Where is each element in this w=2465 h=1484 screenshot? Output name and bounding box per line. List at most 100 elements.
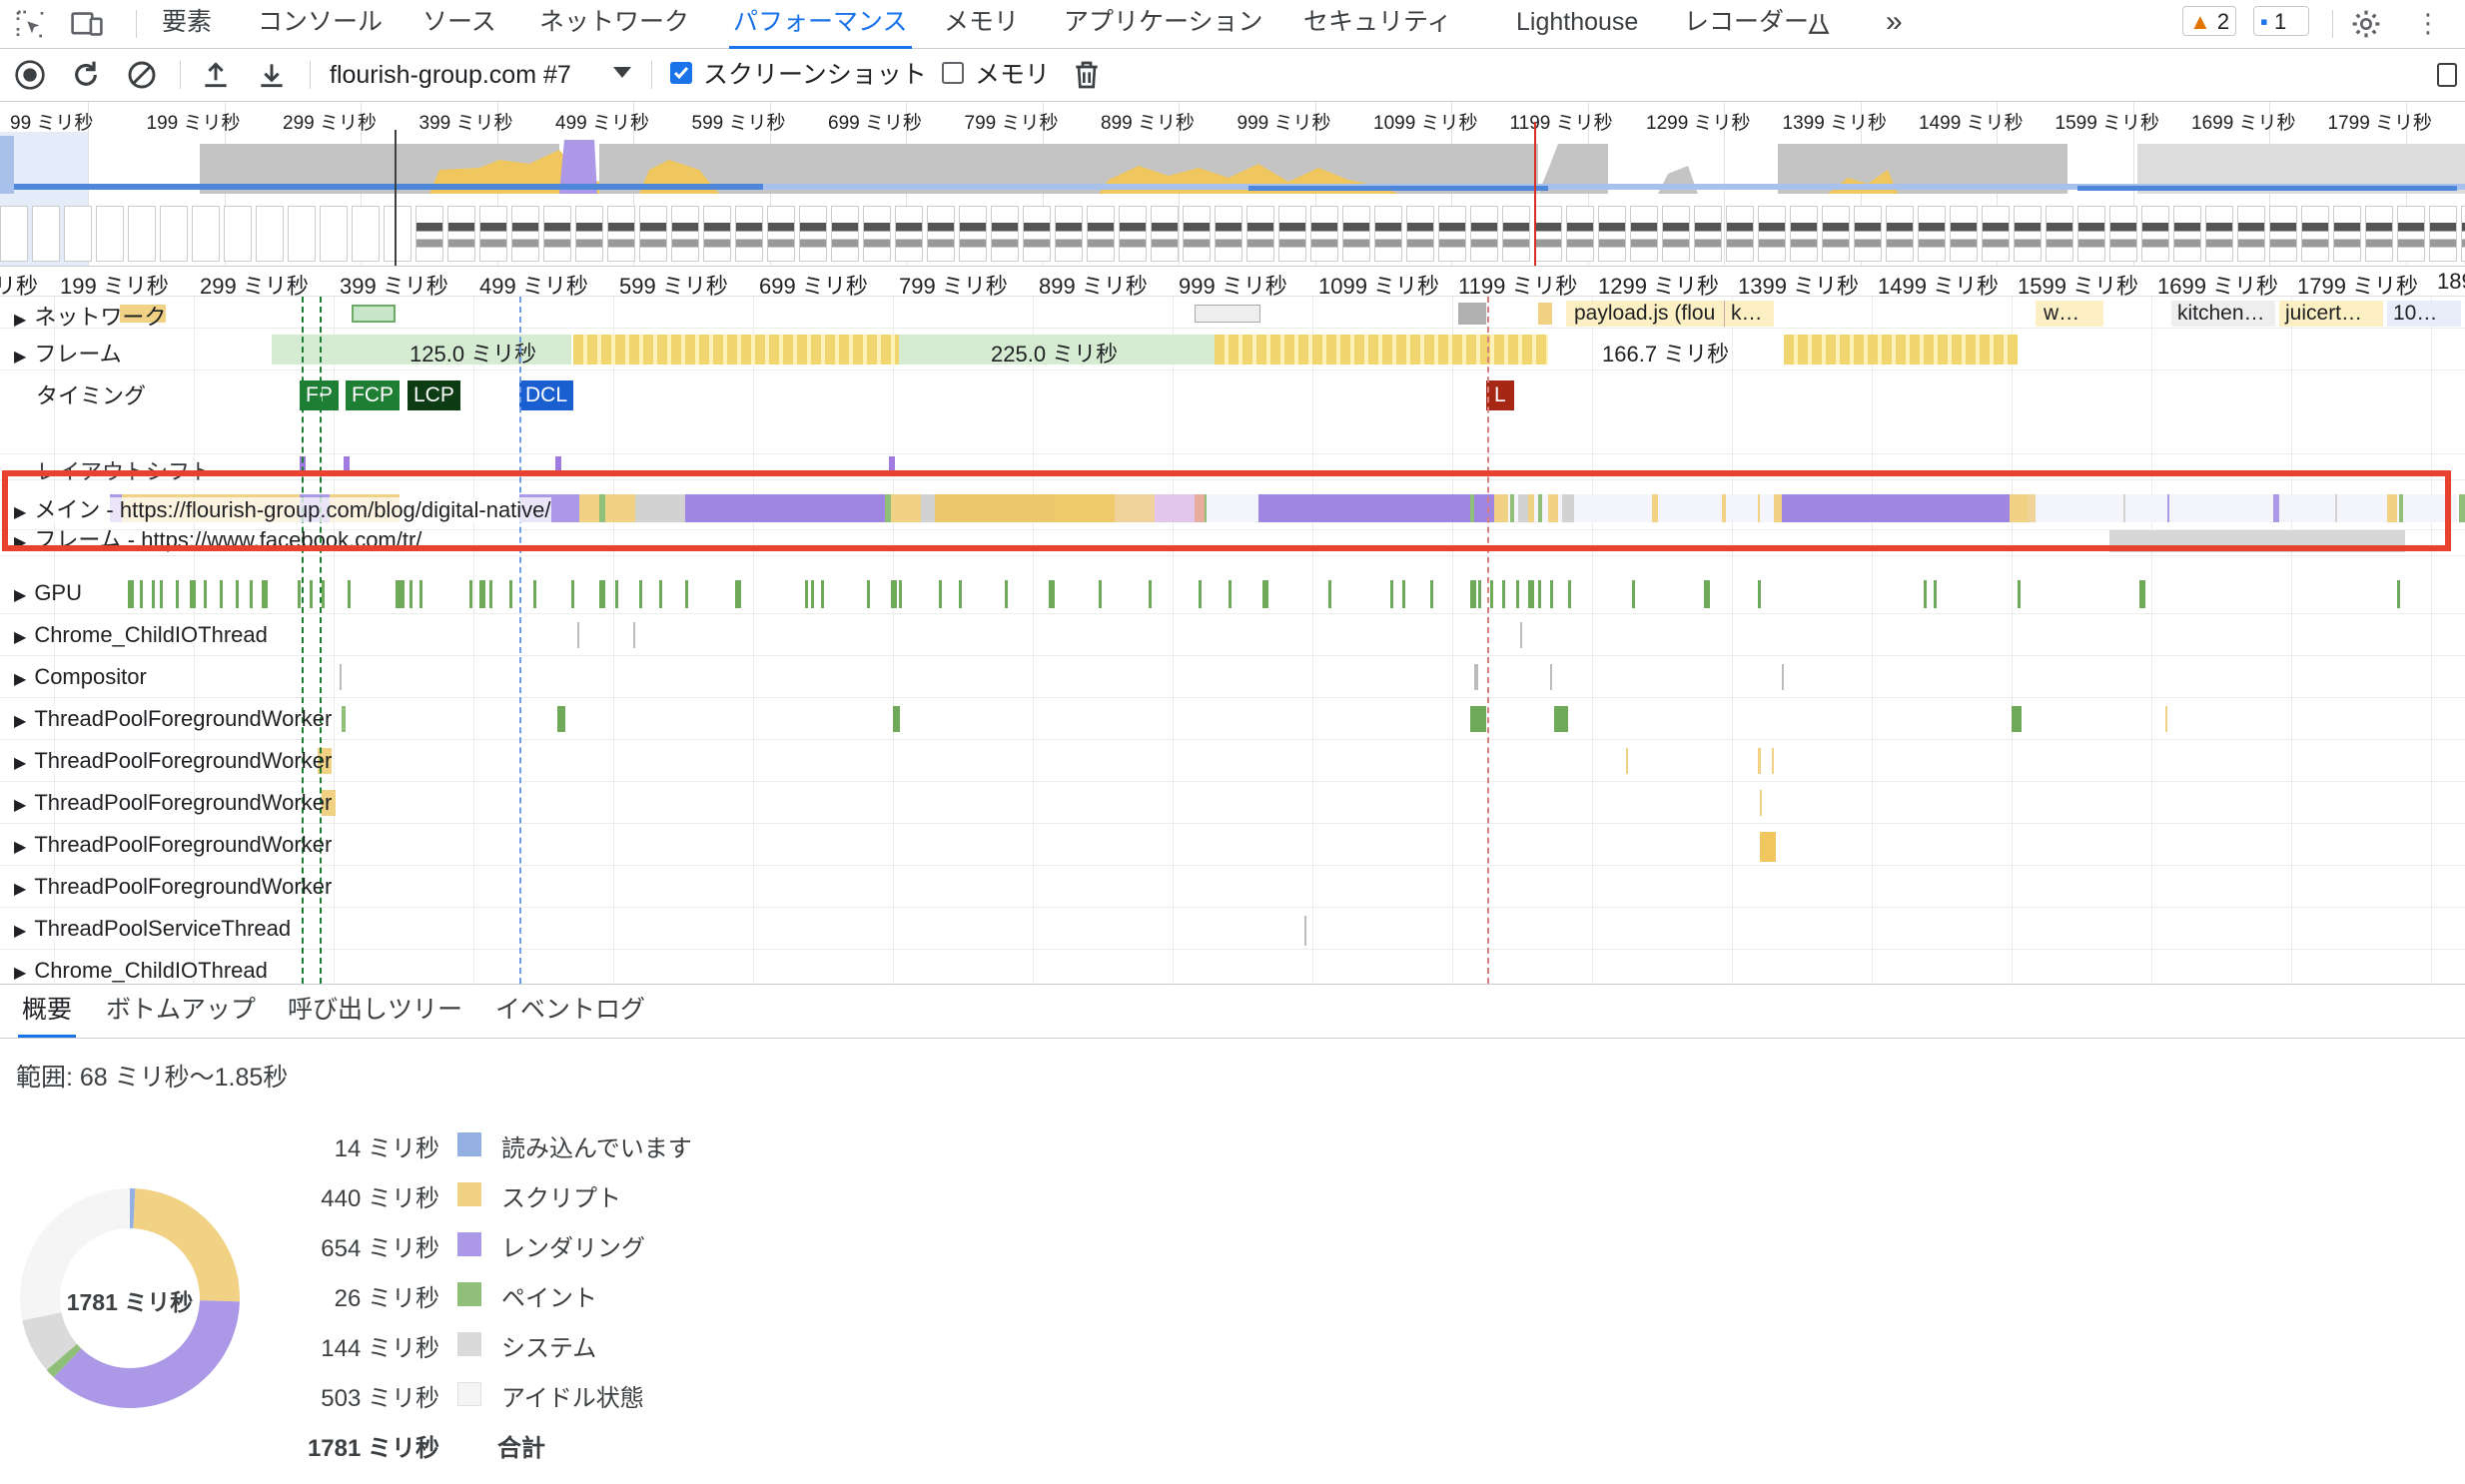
screenshot-thumbnail[interactable] [1918, 206, 1946, 262]
track-compositor[interactable]: ▶ Compositor [0, 656, 2465, 698]
expand-arrow-icon[interactable]: ▶ [14, 347, 26, 367]
layout-shift[interactable] [344, 456, 350, 476]
task-block[interactable] [342, 706, 346, 732]
gpu-task[interactable] [685, 580, 688, 608]
task-block[interactable] [577, 622, 579, 648]
tab-summary[interactable]: 概要 [18, 985, 77, 1038]
task-block[interactable] [1304, 916, 1306, 946]
screenshot-thumbnail[interactable] [1662, 206, 1690, 262]
expand-arrow-icon[interactable]: ▶ [14, 795, 26, 815]
screenshot-thumbnail[interactable] [1502, 206, 1530, 262]
screenshot-thumbnail[interactable] [1566, 206, 1594, 262]
screenshot-thumbnail[interactable] [1374, 206, 1402, 262]
main-thread-task[interactable] [2123, 494, 2125, 522]
track-layout-shifts[interactable]: レイアウトシフト [0, 454, 2465, 484]
screenshot-filmstrip[interactable] [0, 206, 2465, 264]
screenshot-thumbnail[interactable] [384, 206, 411, 262]
gpu-task[interactable] [322, 580, 325, 608]
main-thread-task[interactable] [1195, 494, 1205, 522]
gpu-task[interactable] [1758, 580, 1761, 608]
gpu-task[interactable] [509, 580, 512, 608]
network-request-bar[interactable] [1458, 303, 1486, 325]
gpu-task[interactable] [152, 580, 155, 608]
gpu-task[interactable] [1538, 580, 1541, 608]
expand-arrow-icon[interactable]: ▶ [14, 502, 26, 522]
warnings-badge[interactable]: ▲ 2 [2182, 6, 2236, 36]
main-thread-task[interactable] [1510, 494, 1514, 522]
gpu-task[interactable] [402, 580, 405, 608]
screenshot-thumbnail[interactable] [2046, 206, 2073, 262]
reload-record-icon[interactable] [70, 59, 102, 91]
screenshot-thumbnail[interactable] [2141, 206, 2169, 262]
gpu-task[interactable] [489, 580, 492, 608]
gpu-task[interactable] [298, 580, 301, 608]
network-request-bar[interactable] [1195, 305, 1260, 323]
gpu-task[interactable] [1049, 580, 1055, 608]
gpu-task[interactable] [1502, 580, 1505, 608]
track-label-layout-shifts[interactable]: レイアウトシフト [36, 454, 212, 486]
main-thread-task[interactable] [685, 494, 885, 522]
screenshot-thumbnail[interactable] [735, 206, 763, 262]
gear-icon[interactable] [2350, 8, 2382, 40]
task-block[interactable] [1550, 664, 1552, 690]
download-icon[interactable] [256, 59, 288, 91]
screenshot-thumbnail[interactable] [2077, 206, 2105, 262]
gpu-task[interactable] [250, 580, 253, 608]
task-block[interactable] [1782, 664, 1784, 690]
screenshot-thumbnail[interactable] [1055, 206, 1083, 262]
main-thread-task[interactable] [1722, 494, 1726, 522]
track-label-child-io-2[interactable]: ▶ Chrome_ChildIOThread [14, 958, 268, 984]
tab-application[interactable]: アプリケーション [1064, 0, 1263, 46]
gpu-task[interactable] [1528, 580, 1534, 608]
screenshot-thumbnail[interactable] [671, 206, 699, 262]
gpu-task[interactable] [735, 580, 741, 608]
screenshot-thumbnail[interactable] [639, 206, 667, 262]
main-thread-task[interactable] [579, 494, 639, 522]
screenshot-thumbnail[interactable] [895, 206, 923, 262]
screenshot-thumbnail[interactable] [256, 206, 284, 262]
main-thread-task[interactable] [1155, 494, 1195, 522]
main-thread-task[interactable] [1258, 494, 1470, 522]
tab-call-tree[interactable]: 呼び出しツリー [288, 985, 462, 1035]
track-label-threadpool-1[interactable]: ▶ ThreadPoolForegroundWorker [14, 706, 332, 732]
main-thread-task[interactable] [1562, 494, 1574, 522]
frame-block-dropped[interactable] [1784, 335, 2018, 365]
tab-performance[interactable]: パフォーマンス [729, 0, 912, 49]
expand-arrow-icon[interactable]: ▶ [14, 669, 26, 689]
screenshot-thumbnail[interactable] [2173, 206, 2201, 262]
track-main-thread[interactable]: ▶ メイン - https://flourish-group.com/blog/d… [0, 480, 2465, 530]
tab-security[interactable]: セキュリティ [1303, 0, 1452, 46]
task-block[interactable] [1758, 748, 1761, 774]
screenshot-thumbnail[interactable] [192, 206, 220, 262]
main-thread-task[interactable] [1474, 494, 1494, 522]
screenshot-thumbnail[interactable] [1694, 206, 1722, 262]
screenshot-thumbnail[interactable] [1215, 206, 1242, 262]
screenshot-thumbnail[interactable] [1310, 206, 1338, 262]
screenshot-thumbnail[interactable] [1278, 206, 1306, 262]
screenshot-thumbnail[interactable] [1854, 206, 1882, 262]
main-thread-task[interactable] [635, 494, 685, 522]
timeline-overview[interactable]: 99 ミリ秒 199 ミリ秒 299 ミリ秒 399 ミリ秒 499 ミリ秒 599 ミリ… [0, 102, 2465, 267]
main-thread-task[interactable] [599, 494, 605, 522]
track-timings[interactable]: タイミング FP FCP LCP DCL L [0, 371, 2465, 454]
gpu-task[interactable] [891, 580, 897, 608]
task-block[interactable] [1760, 832, 1776, 862]
screenshot-thumbnail[interactable] [703, 206, 731, 262]
main-thread-task[interactable] [1758, 494, 1760, 522]
gpu-task[interactable] [811, 580, 814, 608]
screenshot-thumbnail[interactable] [2237, 206, 2265, 262]
track-label-timings[interactable]: タイミング [36, 378, 146, 410]
screenshot-thumbnail[interactable] [2014, 206, 2042, 262]
screenshot-thumbnail[interactable] [767, 206, 795, 262]
main-thread-task[interactable] [2459, 494, 2465, 522]
gpu-task[interactable] [639, 580, 642, 608]
gpu-task[interactable] [899, 580, 902, 608]
screenshot-thumbnail[interactable] [1183, 206, 1211, 262]
track-label-frames[interactable]: ▶ フレーム [14, 337, 122, 369]
screenshot-thumbnail[interactable] [1342, 206, 1370, 262]
screenshot-thumbnail[interactable] [160, 206, 188, 262]
tab-elements[interactable]: 要素 [162, 0, 212, 46]
track-threadpool-service[interactable]: ▶ ThreadPoolServiceThread [0, 908, 2465, 950]
main-thread-task[interactable] [891, 494, 921, 522]
main-thread-task[interactable] [2010, 494, 2028, 522]
